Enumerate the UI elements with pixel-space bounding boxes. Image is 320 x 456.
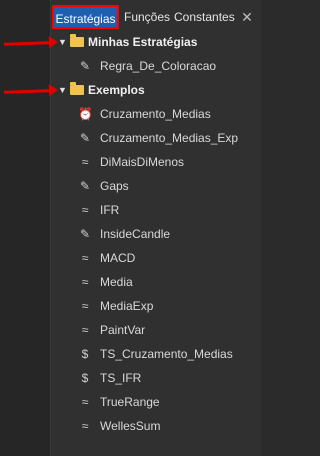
tree-item[interactable]: ≈ Media — [78, 272, 133, 292]
expand-triangle-icon[interactable]: ▼ — [58, 80, 68, 100]
pin-icon: ✎ — [79, 179, 91, 193]
item-label: PaintVar — [100, 323, 146, 337]
wave-icon: ≈ — [81, 299, 89, 313]
tree-item[interactable]: $ TS_IFR — [78, 368, 142, 388]
tab-constantes[interactable]: Constantes — [174, 5, 235, 29]
left-strip — [0, 0, 50, 456]
tree-item[interactable]: ≈ TrueRange — [78, 392, 160, 412]
expand-triangle-icon[interactable]: ▼ — [58, 32, 68, 52]
pin-icon: ✎ — [79, 131, 91, 145]
folder-icon — [70, 82, 84, 95]
wave-icon: ≈ — [81, 395, 89, 409]
pin-icon: ✎ — [79, 59, 91, 73]
tree-group-exemplos[interactable]: ▼ Exemplos — [58, 80, 145, 100]
item-label: TS_IFR — [100, 371, 142, 385]
item-label: MediaExp — [100, 299, 154, 313]
tree-item[interactable]: ≈ MediaExp — [78, 296, 154, 316]
tab-estrategias[interactable]: Estratégias — [52, 5, 119, 29]
tree-item[interactable]: ✎ InsideCandle — [78, 224, 170, 244]
tree-group-minhas-estrategias[interactable]: ▼ Minhas Estratégias — [58, 32, 197, 52]
item-label: Regra_De_Coloracao — [100, 59, 217, 73]
group-label: Minhas Estratégias — [88, 35, 198, 49]
item-label: Cruzamento_Medias_Exp — [100, 131, 239, 145]
item-label: TrueRange — [100, 395, 160, 409]
item-label: WellesSum — [100, 419, 161, 433]
tree-item[interactable]: ≈ DiMaisDiMenos — [78, 152, 184, 172]
tree-item[interactable]: $ TS_Cruzamento_Medias — [78, 344, 233, 364]
alarm-clock-icon: ⏰ — [78, 107, 93, 121]
tab-funcoes[interactable]: Funções — [124, 5, 170, 29]
item-label: TS_Cruzamento_Medias — [100, 347, 233, 361]
dollar-trend-icon: $ — [81, 347, 89, 361]
wave-icon: ≈ — [81, 203, 89, 217]
group-label: Exemplos — [88, 83, 145, 97]
tree-item[interactable]: ≈ PaintVar — [78, 320, 145, 340]
item-label: DiMaisDiMenos — [100, 155, 185, 169]
tree-item[interactable]: ≈ WellesSum — [78, 416, 161, 436]
tab-bar: Estratégias Funções Constantes ✕ — [52, 5, 261, 29]
tree-item[interactable]: ≈ MACD — [78, 248, 136, 268]
tree-item[interactable]: ✎ Cruzamento_Medias_Exp — [78, 128, 238, 148]
item-label: Gaps — [100, 179, 129, 193]
close-icon[interactable]: ✕ — [239, 5, 255, 29]
panel-divider — [50, 0, 51, 456]
pin-icon: ✎ — [79, 227, 91, 241]
wave-icon: ≈ — [81, 251, 89, 265]
item-label: Media — [100, 275, 133, 289]
wave-icon: ≈ — [81, 155, 89, 169]
dollar-trend-icon: $ — [81, 371, 89, 385]
item-label: IFR — [100, 203, 120, 217]
tree-item[interactable]: ⏰ Cruzamento_Medias — [78, 104, 211, 124]
tree-item[interactable]: ✎ Regra_De_Coloracao — [78, 56, 216, 76]
tree-item[interactable]: ✎ Gaps — [78, 176, 129, 196]
wave-icon: ≈ — [81, 275, 89, 289]
folder-icon — [70, 34, 84, 47]
item-label: InsideCandle — [100, 227, 171, 241]
item-label: Cruzamento_Medias — [100, 107, 211, 121]
item-label: MACD — [100, 251, 136, 265]
wave-icon: ≈ — [81, 323, 89, 337]
tree-item[interactable]: ≈ IFR — [78, 200, 120, 220]
wave-icon: ≈ — [81, 419, 89, 433]
